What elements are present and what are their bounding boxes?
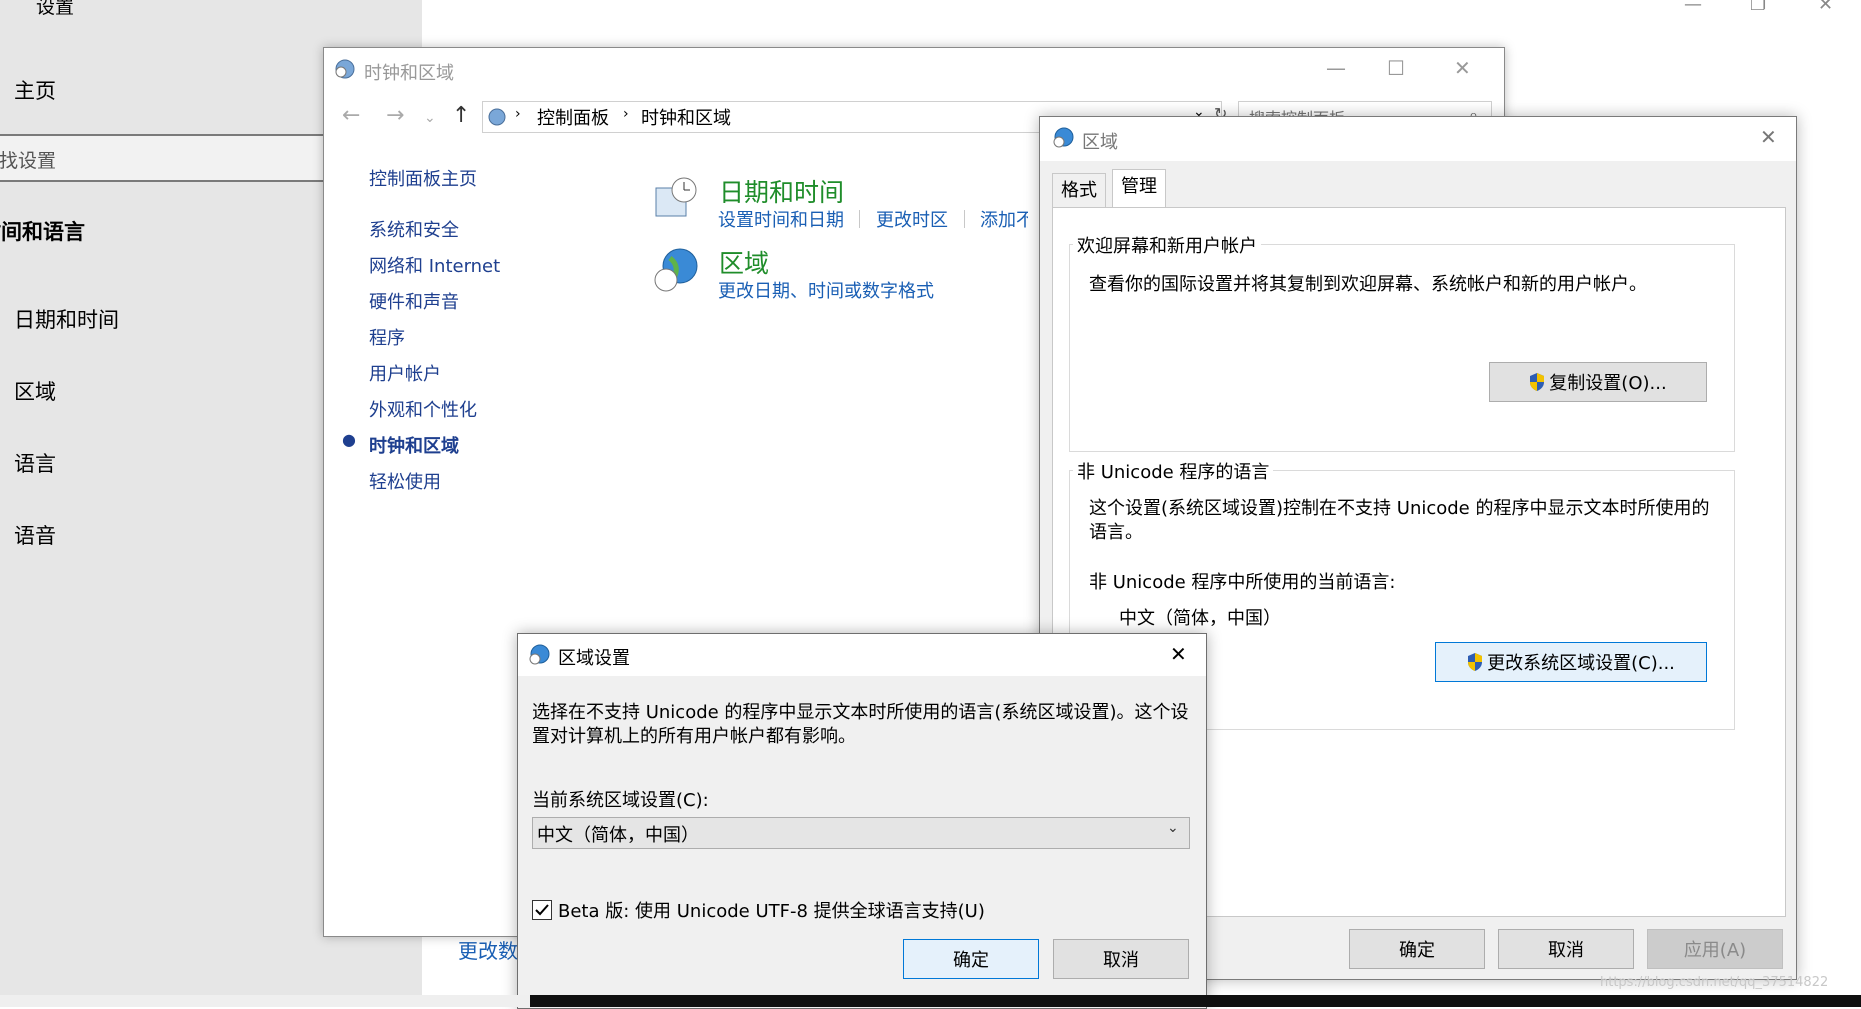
taskbar-start-area	[0, 995, 530, 1007]
settings-title: 设置	[36, 0, 75, 18]
uac-shield-icon	[1530, 373, 1545, 391]
region-heading[interactable]: 区域	[719, 244, 769, 280]
breadcrumb-chevron-icon: ›	[515, 106, 521, 122]
watermark: https://blog.csdn.net/qq_37514822	[1600, 975, 1829, 990]
nav-hardware-sound[interactable]: 硬件和声音	[369, 288, 459, 314]
region-settings-desc-line1: 选择在不支持 Unicode 的程序中显示文本时所使用的语言(系统区域设置)。这…	[532, 702, 1189, 723]
utf8-beta-label[interactable]: Beta 版: 使用 Unicode UTF-8 提供全球语言支持(U)	[558, 897, 985, 923]
region-settings-dialog: 区域设置 ✕ 选择在不支持 Unicode 的程序中显示文本时所使用的语言(系统…	[517, 633, 1207, 1009]
datetime-heading[interactable]: 日期和时间	[719, 173, 844, 209]
link-separator	[859, 210, 860, 228]
region-settings-titlebar: 区域设置 ✕	[518, 634, 1206, 676]
add-clocks-link-clip: 添加不同时区的时钟	[980, 200, 1028, 230]
close-icon[interactable]: ✕	[1760, 125, 1777, 149]
settings-item-datetime[interactable]: 日期和时间	[14, 304, 119, 334]
region-dialog-title: 区域	[1082, 132, 1118, 153]
change-timezone-link[interactable]: 更改时区	[876, 206, 948, 232]
nav-control-panel-home[interactable]: 控制面板主页	[369, 165, 477, 191]
region-settings-desc-line2: 置对计算机上的所有用户帐户都有影响。	[532, 726, 856, 747]
utf8-beta-checkbox[interactable]	[532, 900, 552, 920]
nav-clock-region[interactable]: 时钟和区域	[369, 432, 459, 458]
settings-item-language[interactable]: 语言	[14, 448, 56, 478]
system-locale-select[interactable]: 中文（简体，中国） ⌄	[532, 817, 1190, 849]
settings-item-speech[interactable]: 语音	[14, 520, 56, 550]
nav-appearance[interactable]: 外观和个性化	[369, 396, 477, 422]
globe-clock-icon	[529, 644, 550, 665]
nav-programs[interactable]: 程序	[369, 324, 405, 350]
region-cancel-button[interactable]: 取消	[1498, 929, 1634, 969]
control-panel-title: 时钟和区域	[364, 63, 454, 84]
breadcrumb-control-panel[interactable]: 控制面板	[537, 104, 609, 130]
change-system-locale-button[interactable]: 更改系统区域设置(C)...	[1435, 642, 1707, 682]
maximize-icon[interactable]: ☐	[1387, 56, 1405, 80]
welcome-group-desc: 查看你的国际设置并将其复制到欢迎屏幕、系统帐户和新的用户帐户。	[1089, 274, 1647, 295]
settings-section-title: 时间和语言	[0, 220, 85, 244]
forward-icon[interactable]: →	[386, 103, 404, 128]
nav-user-accounts[interactable]: 用户帐户	[369, 360, 441, 386]
region-settings-cancel-button[interactable]: 取消	[1053, 939, 1189, 979]
set-time-date-link[interactable]: 设置时间和日期	[718, 206, 844, 232]
region-ok-button[interactable]: 确定	[1349, 929, 1485, 969]
unicode-desc-line1: 这个设置(系统区域设置)控制在不支持 Unicode 的程序中显示文本时所使用的	[1089, 498, 1710, 519]
add-clocks-link[interactable]: 添加不同时区的时钟	[980, 206, 1028, 230]
unicode-group-title: 非 Unicode 程序的语言	[1073, 458, 1274, 484]
settings-search-input[interactable]: 查找设置	[0, 134, 360, 182]
checkmark-icon	[535, 904, 549, 916]
up-icon[interactable]: ↑	[452, 103, 470, 128]
nav-ease-of-access[interactable]: 轻松使用	[369, 468, 441, 494]
recent-chevron-icon[interactable]: ⌄	[424, 110, 436, 126]
region-apply-button[interactable]: 应用(A)	[1647, 929, 1783, 969]
minimize-icon[interactable]: —	[1326, 56, 1346, 80]
settings-home[interactable]: 主页	[14, 75, 56, 105]
nav-network-internet[interactable]: 网络和 Internet	[369, 252, 500, 278]
region-settings-title: 区域设置	[558, 648, 630, 669]
breadcrumb-chevron-icon: ›	[623, 106, 629, 122]
tab-formats[interactable]: 格式	[1052, 173, 1106, 208]
current-language-label: 非 Unicode 程序中所使用的当前语言:	[1089, 572, 1396, 593]
minimize-icon[interactable]: —	[1684, 0, 1702, 15]
globe-clock-icon	[654, 248, 698, 292]
current-language-value: 中文（简体，中国）	[1119, 608, 1281, 629]
welcome-group-title: 欢迎屏幕和新用户帐户	[1073, 232, 1261, 258]
globe-clock-icon	[1053, 127, 1074, 148]
control-panel-icon	[488, 108, 506, 126]
unicode-desc-line2: 语言。	[1089, 522, 1143, 543]
restore-icon[interactable]: ❐	[1750, 0, 1766, 15]
globe-clock-icon	[335, 59, 355, 79]
change-format-link[interactable]: 更改日期、时间或数字格式	[718, 277, 934, 303]
active-bullet-icon: ●	[342, 430, 356, 449]
region-settings-ok-button[interactable]: 确定	[903, 939, 1039, 979]
region-titlebar	[1040, 117, 1796, 161]
close-icon[interactable]: ✕	[1818, 0, 1833, 15]
close-icon[interactable]: ✕	[1170, 642, 1187, 666]
copy-settings-button[interactable]: 复制设置(O)...	[1489, 362, 1707, 402]
close-icon[interactable]: ✕	[1454, 56, 1471, 80]
settings-item-region[interactable]: 区域	[14, 376, 56, 406]
system-locale-label: 当前系统区域设置(C):	[532, 790, 709, 811]
chevron-down-icon: ⌄	[1167, 820, 1179, 836]
nav-system-security[interactable]: 系统和安全	[369, 216, 459, 242]
back-icon[interactable]: ←	[342, 103, 360, 128]
uac-shield-icon	[1468, 653, 1483, 671]
link-separator	[964, 210, 965, 228]
tab-administrative[interactable]: 管理	[1112, 169, 1166, 208]
breadcrumb-clock-region[interactable]: 时钟和区域	[641, 104, 731, 130]
calendar-clock-icon	[655, 177, 697, 217]
